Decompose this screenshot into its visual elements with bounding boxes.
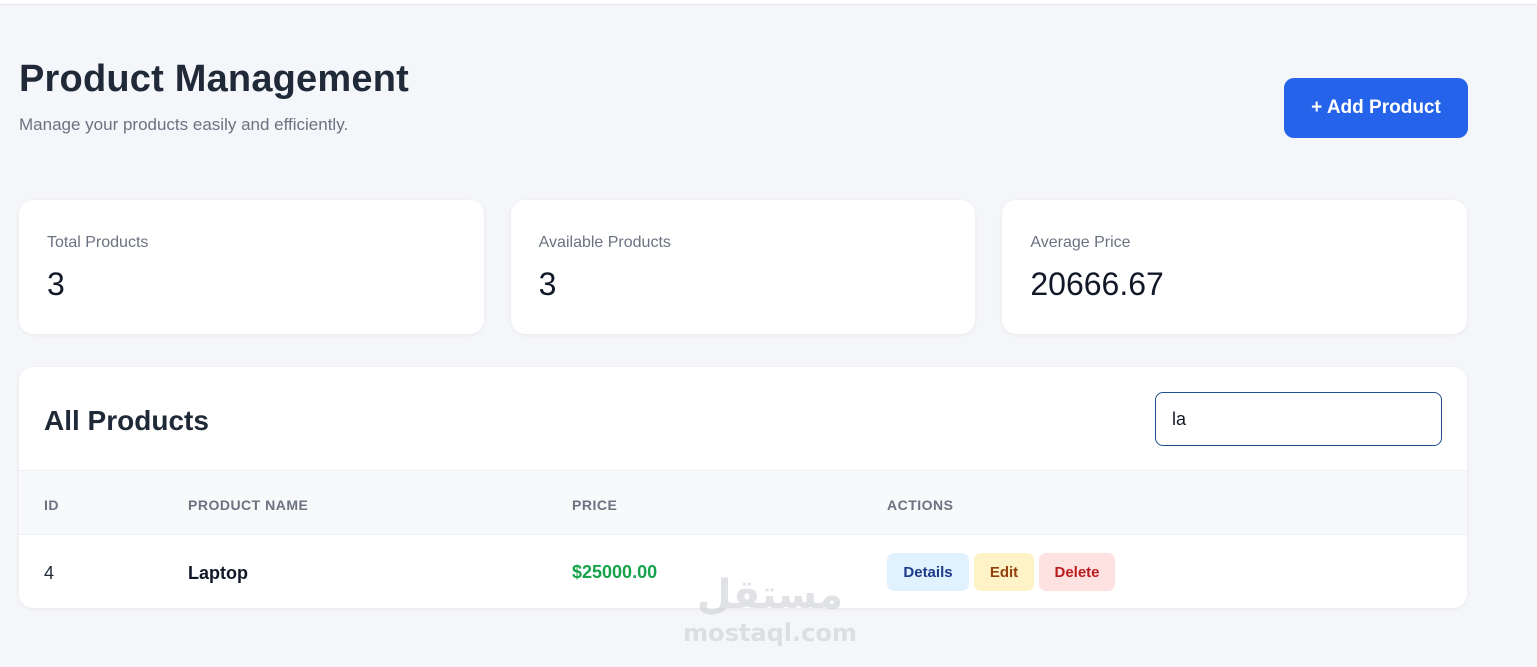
stat-card-available-products: Available Products 3 [510, 200, 976, 334]
stat-value: 3 [47, 266, 65, 302]
cell-product-name: Laptop [188, 563, 248, 583]
stat-card-total-products: Total Products 3 [19, 200, 484, 334]
cell-price: $25000.00 [572, 562, 658, 582]
page-subtitle: Manage your products easily and efficien… [19, 115, 349, 134]
table-header: ID PRODUCT NAME PRICE ACTIONS [19, 471, 1467, 535]
column-header-id: ID [44, 497, 59, 513]
cell-id: 4 [44, 563, 55, 583]
watermark-text: mostaql.com [683, 619, 857, 647]
page-header: Product Management Manage your products … [19, 58, 1468, 148]
stat-label: Available Products [538, 234, 671, 251]
stat-value: 20666.67 [1030, 266, 1164, 302]
table-row: 4 Laptop $25000.00 Details Edit Delete [19, 535, 1467, 607]
stat-label: Total Products [47, 234, 149, 251]
stat-label: Average Price [1030, 234, 1131, 251]
products-title: All Products [44, 405, 209, 436]
column-header-product-name: PRODUCT NAME [188, 497, 309, 513]
details-button[interactable]: Details [887, 553, 969, 591]
products-panel: All Products ID PRODUCT NAME PRICE ACTIO… [19, 367, 1467, 608]
delete-button[interactable]: Delete [1039, 553, 1115, 591]
stat-value: 3 [538, 266, 557, 302]
top-bar [0, 0, 1537, 5]
column-header-actions: ACTIONS [887, 497, 954, 513]
edit-button[interactable]: Edit [974, 553, 1034, 591]
stat-card-average-price: Average Price 20666.67 [1002, 200, 1468, 334]
stats-row: Total Products 3 Available Products 3 Av… [19, 200, 1468, 334]
row-actions: Details Edit Delete [887, 553, 1115, 591]
add-product-button[interactable]: + Add Product [1284, 78, 1468, 138]
column-header-price: PRICE [572, 497, 618, 513]
page-title: Product Management [19, 58, 409, 100]
products-header: All Products [19, 367, 1467, 471]
search-input[interactable] [1155, 392, 1442, 446]
